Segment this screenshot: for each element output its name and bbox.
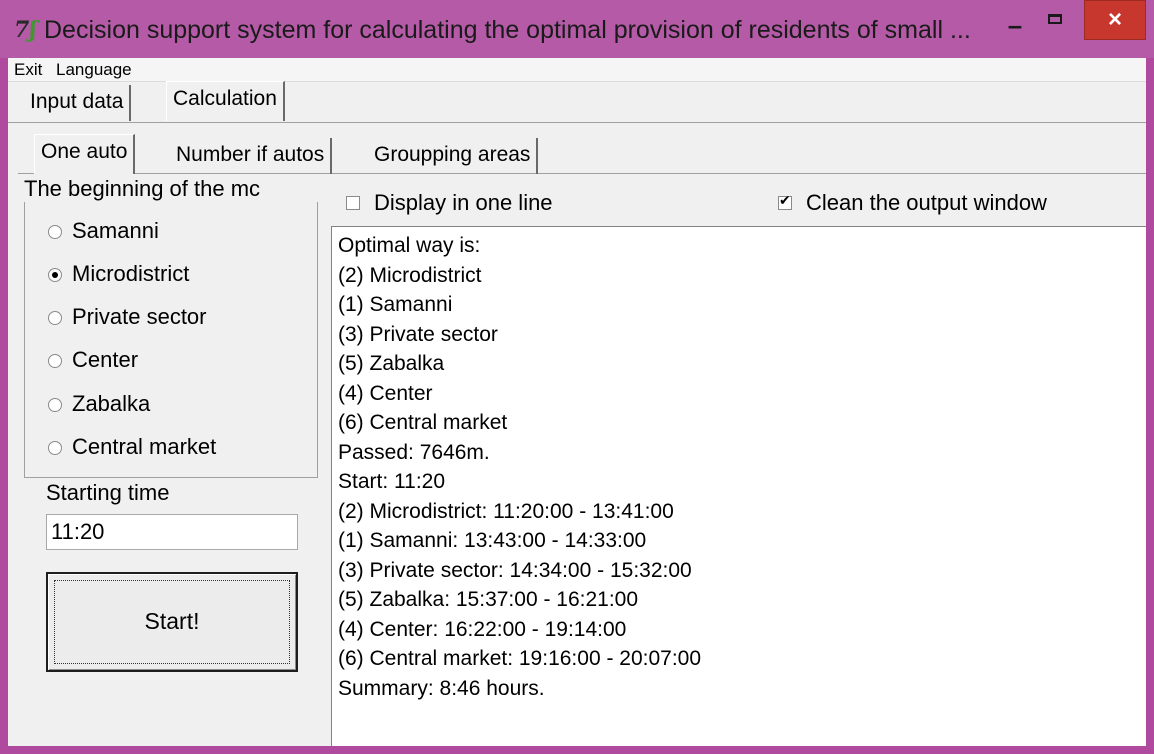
radio-circle-icon — [48, 398, 62, 412]
output-line: (1) Samanni — [338, 293, 453, 316]
output-line: (6) Central market: 19:16:00 - 20:07:00 — [338, 647, 702, 670]
menu-language[interactable]: Language — [56, 60, 132, 80]
start-button[interactable]: Start! — [46, 572, 298, 672]
output-line: (2) Microdistrict: 11:20:00 - 13:41:00 — [338, 499, 674, 523]
output-line: (1) Samanni: 13:43:00 - 14:33:00 — [338, 529, 647, 552]
tab-input-data[interactable]: Input data — [24, 85, 132, 121]
radio-circle-icon — [48, 225, 62, 239]
main-tab-bar: Input data Calculation — [8, 81, 1146, 123]
menu-exit[interactable]: Exit — [14, 60, 42, 80]
tab-calculation[interactable]: Calculation — [166, 81, 285, 121]
starting-time-input[interactable] — [46, 514, 298, 550]
app-window: 7ʃ Decision support system for calculati… — [0, 0, 1154, 754]
output-line: Optimal way is: — [338, 234, 481, 257]
output-line: Summary: 8:46 hours. — [338, 676, 545, 700]
output-line: (3) Private sector — [338, 322, 498, 346]
tab-number-of-autos[interactable]: Number if autos — [170, 138, 333, 174]
sub-tab-bar: One auto Number if autos Groupping areas — [18, 130, 1146, 174]
output-line: Start: 11:20 — [338, 470, 446, 493]
radio-selected-icon — [48, 268, 62, 282]
maximize-icon — [1048, 14, 1062, 24]
radio-circle-icon — [48, 354, 62, 368]
output-lines: Optimal way is: (2) Microdistrict (1) Sama… — [338, 231, 1140, 703]
close-button[interactable]: × — [1084, 0, 1146, 40]
output-line: (4) Center — [338, 381, 433, 405]
output-line: (5) Zabalka: 15:37:00 - 16:21:00 — [338, 588, 639, 611]
output-line: (5) Zabalka — [338, 352, 445, 375]
starting-time-label: Starting time — [46, 480, 170, 505]
client-area: Exit Language Input data Calculation One… — [8, 58, 1146, 746]
output-line: (2) Microdistrict — [338, 263, 482, 287]
output-window[interactable]: Optimal way is: (2) Microdistrict (1) Sama… — [331, 226, 1146, 746]
output-line: (6) Central market — [338, 411, 508, 434]
menu-bar: Exit Language — [8, 58, 1146, 82]
minimize-button[interactable]: – — [1000, 12, 1030, 40]
route-start-group-title: The beginning of the mc — [22, 176, 318, 202]
window-title: Decision support system for calculating … — [44, 16, 971, 44]
output-line: Passed: 7646m. — [338, 440, 490, 464]
tab-grouping-areas[interactable]: Groupping areas — [368, 138, 539, 174]
radio-circle-icon — [48, 311, 62, 325]
output-line: (4) Center: 16:22:00 - 19:14:00 — [338, 617, 627, 641]
output-line: (3) Private sector: 14:34:00 - 15:32:00 — [338, 558, 692, 582]
title-bar[interactable]: 7ʃ Decision support system for calculati… — [0, 0, 1154, 58]
checkbox-icon — [346, 196, 360, 210]
checkbox-checked-icon — [778, 192, 792, 210]
maximize-button[interactable] — [1043, 6, 1069, 32]
tab-one-auto[interactable]: One auto — [34, 134, 136, 174]
radio-circle-icon — [48, 441, 62, 455]
app-logo-icon: 7ʃ — [14, 17, 37, 43]
